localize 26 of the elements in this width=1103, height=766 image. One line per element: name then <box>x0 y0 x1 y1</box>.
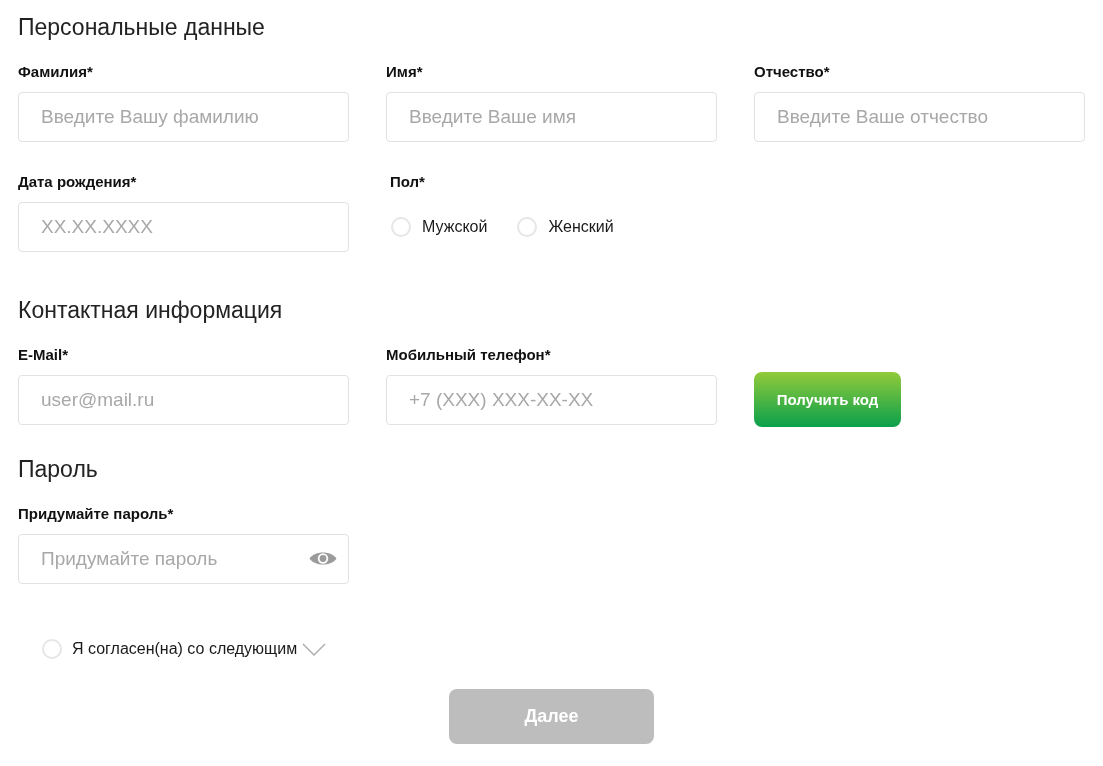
field-label: Отчество* <box>754 62 830 82</box>
field-label: Дата рождения* <box>18 172 137 192</box>
field-label: E-Mail* <box>18 345 68 365</box>
section-title: Контактная информация <box>18 296 284 325</box>
eye-icon[interactable] <box>309 550 337 567</box>
input-field[interactable]: XX.XX.XXXX <box>18 202 349 252</box>
radio-label[interactable]: Мужской <box>422 218 488 236</box>
radio-button[interactable] <box>391 217 411 237</box>
field-label: Мобильный телефон* <box>386 345 551 365</box>
input-field[interactable]: Введите Ваше имя <box>386 92 717 142</box>
section-title: Пароль <box>18 455 99 484</box>
input-field[interactable]: Введите Вашу фамилию <box>18 92 349 142</box>
password-field[interactable]: Придумайте пароль <box>18 534 349 584</box>
agreement-checkbox[interactable] <box>42 639 62 659</box>
radio-label[interactable]: Женский <box>548 218 614 236</box>
radio-button[interactable] <box>517 217 538 237</box>
input-field[interactable]: +7 (XXX) XXX-XX-XX <box>386 375 717 425</box>
field-label: Имя* <box>386 62 423 82</box>
input-field[interactable]: user@mail.ru <box>18 375 349 425</box>
field-label: Придумайте пароль* <box>18 504 174 524</box>
field-label: Пол* <box>390 172 425 192</box>
section-title: Персональные данные <box>18 13 266 42</box>
agreement-text[interactable]: Я согласен(на) со следующим <box>72 640 298 658</box>
input-field[interactable]: Введите Ваше отчество <box>754 92 1085 142</box>
chevron-icon[interactable] <box>302 642 327 656</box>
field-label: Фамилия* <box>18 62 93 82</box>
